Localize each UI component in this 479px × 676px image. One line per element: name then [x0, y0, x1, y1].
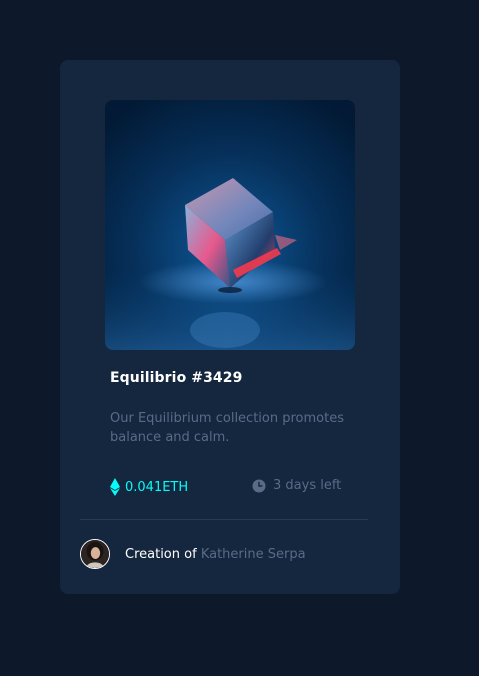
clock-icon: [252, 479, 266, 492]
ethereum-icon: [110, 478, 120, 496]
price-value: 0.041ETH: [125, 479, 189, 495]
time-left-display: 3 days left: [252, 478, 341, 493]
nft-card: Equilibrio #3429 Our Equilibrium collect…: [60, 60, 400, 594]
card-divider: [80, 519, 368, 520]
nft-title[interactable]: Equilibrio #3429: [110, 370, 242, 386]
creator-attribution: Creation of Katherine Serpa: [125, 547, 306, 562]
creator-prefix: Creation of: [125, 546, 197, 562]
nft-hero-image[interactable]: [105, 100, 355, 350]
creator-avatar: [80, 539, 110, 569]
nft-description: Our Equilibrium collection promotes bala…: [110, 411, 344, 445]
time-left-value: 3 days left: [273, 478, 342, 493]
creator-row: Creation of Katherine Serpa: [80, 539, 306, 569]
creator-name-link[interactable]: Katherine Serpa: [201, 547, 306, 562]
price-display: 0.041ETH: [110, 478, 188, 496]
nft-meta-row: 0.041ETH 3 days left: [110, 478, 350, 500]
